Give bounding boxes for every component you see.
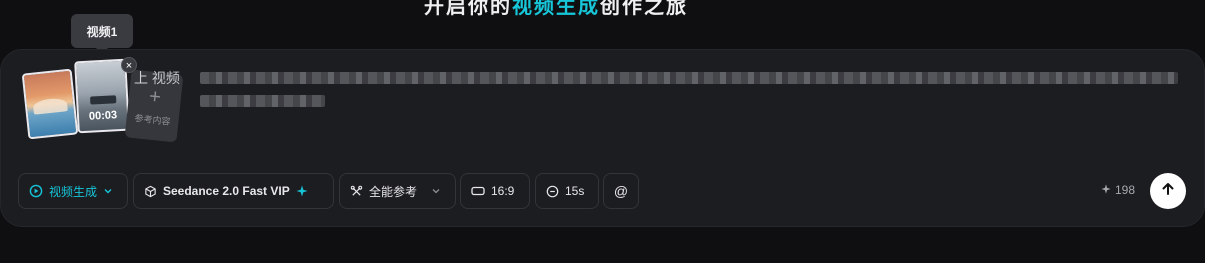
mention-label: @ [613,183,629,199]
model-label: Seedance 2.0 Fast VIP [163,184,290,198]
plus-icon: + [148,85,162,109]
model-selector[interactable]: Seedance 2.0 Fast VIP [133,173,334,209]
prompt-mention: 视频 [151,70,180,86]
reference-mode-label: 全能参考 [369,184,418,199]
prompt-blurred-text [200,95,325,107]
headline-part2: 创作之旅 [600,0,688,18]
aspect-ratio-label: 16:9 [491,184,515,198]
cube-icon [144,185,157,198]
credits-display: 198 [1101,183,1135,197]
page-headline: 开启你的视频生成创作之旅 [424,0,688,19]
arrow-up-icon [1160,181,1176,202]
chevron-down-icon [103,186,113,196]
aspect-ratio-button[interactable]: 16:9 [460,173,530,209]
sparkle-icon [1101,183,1111,197]
aspect-ratio-icon [471,186,485,196]
tools-icon [350,185,363,198]
page: 开启你的视频生成创作之旅 视频1 00:03 × + 参考内容 上 视频 视频生… [0,0,1205,263]
send-button[interactable] [1150,173,1186,209]
sparkle-icon [296,185,308,197]
chevron-down-icon [431,186,441,196]
media-tooltip: 视频1 [71,14,133,54]
clock-icon [546,185,559,198]
prompt-blurred-text [200,72,1178,84]
video-play-icon [29,184,43,198]
prompt-prefix: 上 [134,70,152,86]
mention-button[interactable]: @ [603,173,639,209]
mode-dropdown[interactable]: 视频生成 [18,173,128,209]
duration-label: 15s [565,184,585,198]
video-duration: 00:03 [88,109,118,123]
reference-image-thumbnail[interactable] [21,68,79,140]
headline-accent: 视频生成 [512,0,600,18]
credits-value: 198 [1115,183,1136,197]
mode-label: 视频生成 [49,184,98,199]
reference-video-thumbnail[interactable]: 00:03 [74,58,130,134]
duration-button[interactable]: 15s [535,173,599,209]
reference-mode-dropdown[interactable]: 全能参考 [339,173,456,209]
headline-part1: 开启你的 [424,0,512,18]
add-reference-label: 参考内容 [134,112,172,127]
